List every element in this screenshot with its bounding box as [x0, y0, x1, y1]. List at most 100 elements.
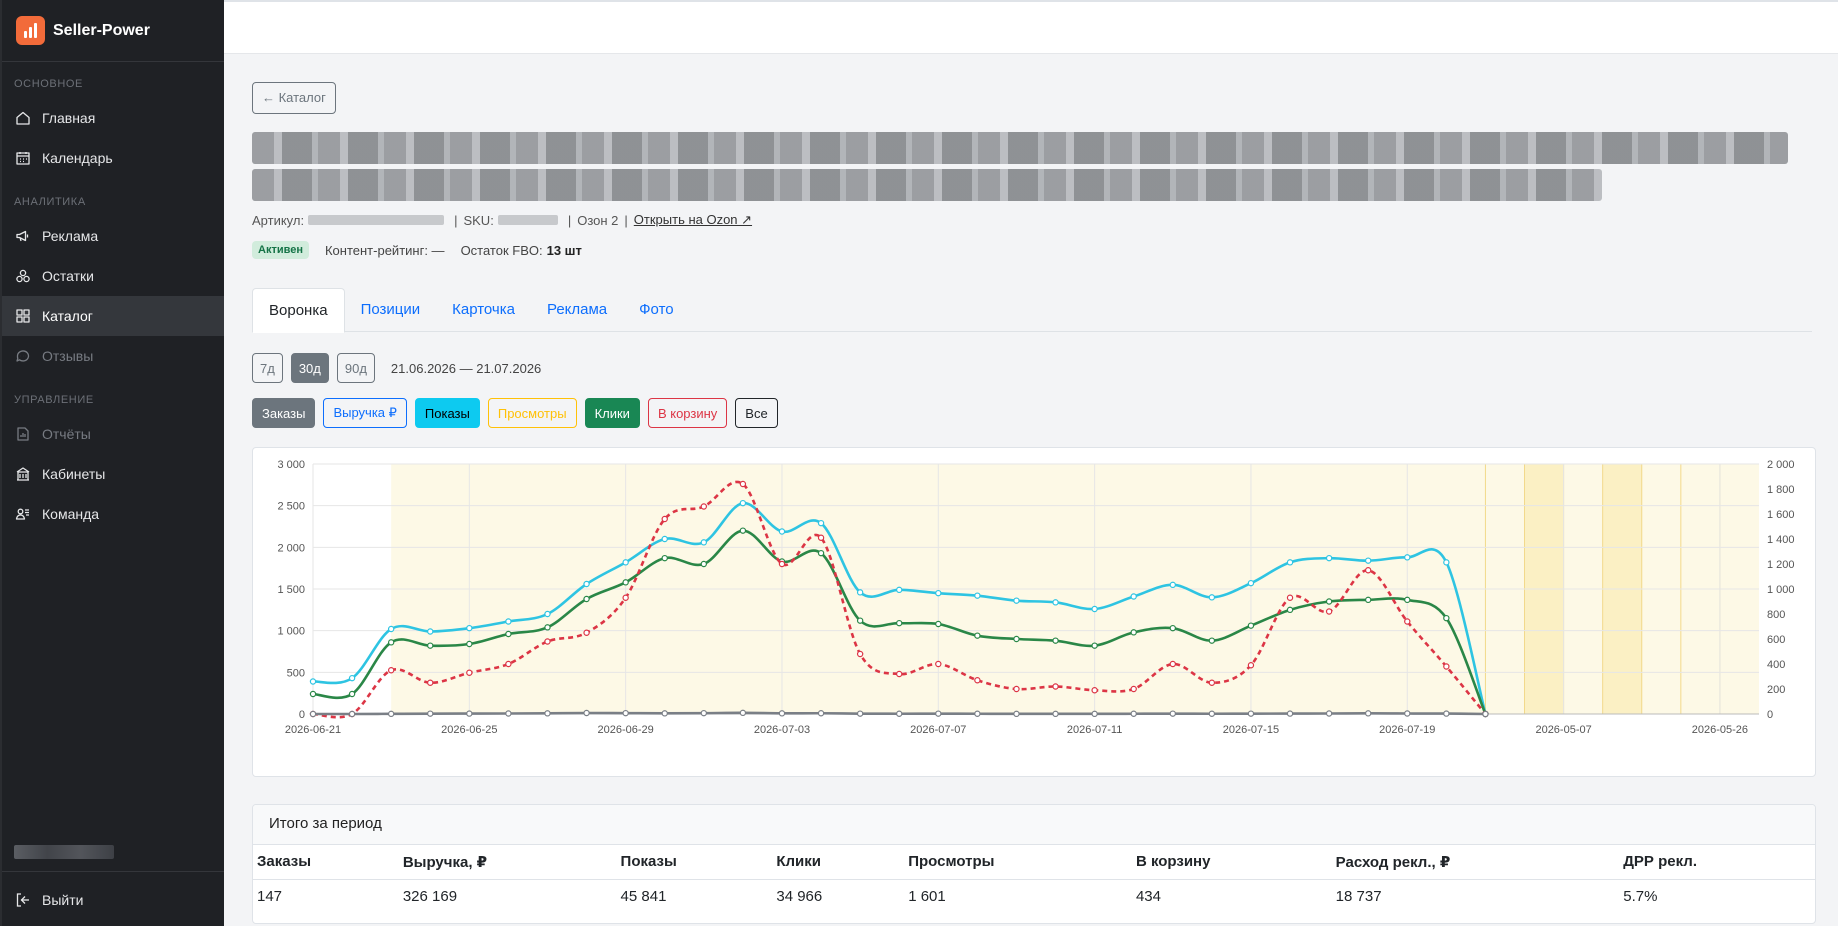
series-1-point-27: [1364, 596, 1372, 604]
series-3-point-10: [700, 709, 708, 717]
sku-redacted: [497, 215, 558, 225]
series-3-point-15: [896, 710, 903, 717]
totals-header-7: ДРР рекл.: [1619, 845, 1815, 880]
sidebar-item-3-1[interactable]: Отзывы: [2, 336, 224, 376]
series-1-point-11: [739, 527, 747, 534]
series-1-point-10: [700, 560, 708, 568]
metric-toggle-4[interactable]: Клики: [584, 398, 640, 428]
sidebar-item-1-1[interactable]: Остатки: [2, 256, 224, 296]
series-2-point-23: [1208, 679, 1216, 686]
metric-toggle-2[interactable]: Показы: [414, 398, 480, 428]
series-2-point-12: [778, 560, 786, 568]
product-tabs: Воронка Позиции Карточка Реклама Фото: [252, 288, 1812, 333]
period-7d-button[interactable]: 7д: [252, 353, 283, 383]
series-0-point-4: [466, 624, 473, 632]
series-0-point-16: [935, 589, 942, 597]
series-1-point-29: [1443, 614, 1450, 622]
series-3-point-6: [544, 710, 551, 717]
series-2-point-6: [544, 638, 551, 645]
series-1-point-28: [1404, 596, 1411, 604]
series-2-point-20: [1091, 687, 1098, 694]
series-1-point-3: [427, 642, 434, 649]
totals-table: Заказы Выручка, ₽ Показы Клики Просмотры В ко…: [253, 845, 1815, 913]
stock-value: 13 шт: [546, 242, 582, 258]
tab-photo[interactable]: Фото: [623, 288, 689, 332]
metric-toggle-0[interactable]: Заказы: [252, 398, 316, 428]
series-0-point-18: [1013, 597, 1020, 604]
series-3-point-9: [661, 710, 668, 717]
totals-value-7: 5.7%: [1623, 887, 1658, 905]
series-2-point-18: [1013, 685, 1020, 693]
y-right-tick: 800: [1767, 609, 1785, 621]
totals-header-2: Показы: [616, 845, 773, 880]
totals-header-0: Заказы: [253, 845, 399, 880]
x-tick-label: 2026-05-07: [1535, 724, 1591, 736]
series-0-point-6: [544, 610, 551, 618]
series-0-point-20: [1091, 605, 1098, 613]
tab-ads[interactable]: Реклама: [531, 288, 623, 332]
logout-label: Выйти: [42, 892, 84, 908]
series-3-point-0: [309, 710, 317, 718]
metric-toggles: Заказы Выручка ₽ Показы Просмотры Клики В кор…: [252, 398, 786, 428]
series-1-point-16: [935, 620, 942, 628]
series-0-point-21: [1130, 593, 1137, 600]
totals-value-1: 326 169: [402, 887, 458, 905]
series-1-point-14: [856, 617, 864, 624]
series-3-point-16: [935, 710, 942, 717]
period-30d-button[interactable]: 30д: [290, 353, 329, 383]
user-name-redacted: [14, 845, 114, 859]
sidebar-item-0-2[interactable]: Отчёты: [2, 414, 224, 454]
series-2-point-10: [700, 503, 708, 510]
series-0-point-7: [583, 580, 590, 588]
tab-funnel[interactable]: Воронка: [252, 288, 345, 333]
metric-toggle-1[interactable]: Выручка ₽: [323, 398, 407, 428]
sidebar-item-0-1[interactable]: Реклама: [2, 216, 224, 256]
status-badge: Активен: [252, 241, 309, 259]
series-3-point-2: [387, 710, 395, 718]
metric-toggle-5[interactable]: В корзину: [647, 398, 728, 428]
series-1-point-9: [661, 554, 668, 562]
series-2-point-4: [466, 669, 473, 676]
totals-header-4: Просмотры: [904, 845, 1132, 880]
sidebar-item-1-0[interactable]: Календарь: [2, 138, 224, 178]
sidebar-item-2-1[interactable]: Каталог: [2, 296, 224, 336]
series-1-point-2: [387, 639, 395, 646]
logout-button[interactable]: Выйти: [2, 880, 224, 920]
series-1-point-15: [896, 619, 903, 627]
back-to-catalog-button[interactable]: ← Каталог: [252, 82, 336, 114]
series-3-point-19: [1052, 710, 1059, 718]
series-2-point-16: [935, 660, 942, 668]
sku-label: SKU:: [463, 212, 494, 228]
metric-toggle-3[interactable]: Просмотры: [487, 398, 577, 428]
series-3-point-7: [583, 709, 590, 717]
product-meta: Артикул: | SKU: | Озон 2 | Открыть на Oz…: [252, 212, 753, 228]
totals-header-5: В корзину: [1131, 845, 1332, 880]
open-on-ozon-link[interactable]: Открыть на Ozon ↗: [634, 212, 752, 228]
sidebar-item-0-0[interactable]: Главная: [2, 98, 224, 138]
x-tick-label: 2026-06-25: [441, 724, 497, 736]
y-right-tick: 1 200: [1767, 559, 1795, 571]
series-2-point-3: [427, 679, 434, 686]
sidebar-item-label: Каталог: [42, 308, 93, 324]
sidebar-item-1-2[interactable]: Кабинеты: [2, 454, 224, 494]
brand[interactable]: Seller-Power: [2, 0, 224, 62]
boxes-icon: [16, 269, 30, 283]
y-left-tick: 3 000: [277, 459, 305, 471]
sidebar-item-label: Главная: [42, 110, 96, 126]
series-1-point-19: [1052, 637, 1059, 644]
series-3-point-18: [1013, 710, 1020, 718]
metric-toggle-6[interactable]: Все: [735, 398, 778, 428]
period-90d-button[interactable]: 90д: [336, 353, 375, 383]
tab-positions[interactable]: Позиции: [345, 288, 437, 332]
y-right-tick: 1 600: [1767, 509, 1795, 521]
tab-card[interactable]: Карточка: [436, 288, 531, 332]
sidebar-item-2-2[interactable]: Команда: [2, 494, 224, 534]
sidebar-item-label: Команда: [42, 506, 100, 522]
series-2-point-25: [1286, 594, 1294, 601]
grid-icon: [16, 309, 30, 323]
nav-section-title: АНАЛИТИКА: [14, 196, 86, 208]
x-tick-label: 2026-07-07: [910, 724, 966, 736]
y-right-tick: 600: [1767, 634, 1785, 646]
series-2-point-7: [583, 629, 590, 636]
y-left-tick: 2 500: [277, 501, 305, 513]
